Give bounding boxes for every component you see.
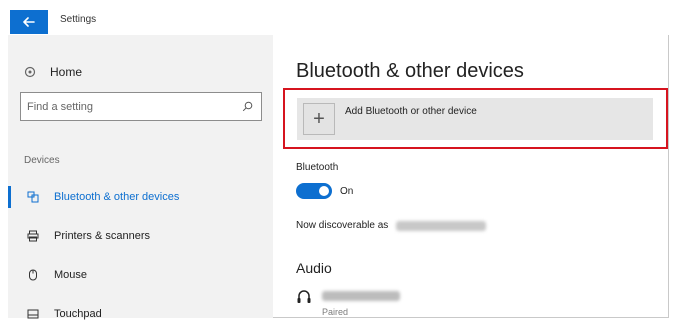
discoverable-text: Now discoverable as — [296, 220, 389, 231]
sidebar-item-label: Printers & scanners — [54, 230, 150, 242]
back-button[interactable] — [10, 10, 48, 34]
sidebar-item-label: Mouse — [54, 269, 88, 281]
search-icon — [242, 101, 253, 112]
audio-device-details: Paired — [322, 287, 400, 317]
discoverable-row: Now discoverable as — [296, 220, 487, 231]
sidebar-item-mouse[interactable]: Mouse — [8, 264, 273, 286]
home-nav-item[interactable]: Home — [24, 65, 82, 79]
device-name-blurred — [396, 220, 487, 231]
sidebar-item-label: Bluetooth & other devices — [54, 191, 180, 203]
gear-icon — [24, 66, 36, 78]
bluetooth-toggle[interactable] — [296, 183, 332, 199]
add-device-highlight: + Add Bluetooth or other device — [283, 88, 668, 149]
search-input[interactable] — [27, 100, 207, 113]
audio-device[interactable]: Paired — [296, 287, 400, 317]
audio-section-title: Audio — [296, 260, 332, 276]
add-device-button[interactable]: + Add Bluetooth or other device — [297, 98, 653, 140]
toggle-knob — [319, 186, 329, 196]
bluetooth-label: Bluetooth — [296, 162, 339, 173]
active-indicator — [8, 186, 11, 208]
touchpad-icon — [24, 309, 42, 319]
plus-icon: + — [303, 103, 335, 135]
home-label: Home — [50, 65, 83, 79]
page-title: Bluetooth & other devices — [296, 60, 524, 82]
headphones-icon — [297, 290, 311, 303]
add-device-label: Add Bluetooth or other device — [345, 105, 477, 117]
audio-device-name-blurred — [322, 291, 400, 301]
audio-device-status: Paired — [322, 307, 349, 317]
sidebar-item-label: Touchpad — [54, 308, 102, 320]
printer-icon — [24, 230, 42, 242]
search-box[interactable] — [20, 92, 262, 121]
devices-section-title: Devices — [24, 155, 60, 166]
sidebar-item-touchpad[interactable]: Touchpad — [8, 303, 273, 325]
settings-sidebar: Home Devices Bluetooth & other devices P… — [8, 35, 273, 320]
toggle-state: On — [340, 185, 354, 197]
mouse-icon — [24, 269, 42, 281]
sidebar-item-printers[interactable]: Printers & scanners — [8, 225, 273, 247]
app-title: Settings — [60, 14, 97, 25]
sidebar-item-bluetooth[interactable]: Bluetooth & other devices — [8, 186, 273, 208]
bluetooth-devices-icon — [24, 191, 42, 203]
bluetooth-toggle-row: On — [296, 183, 353, 199]
back-arrow-icon — [23, 17, 35, 27]
title-bar — [8, 8, 669, 35]
